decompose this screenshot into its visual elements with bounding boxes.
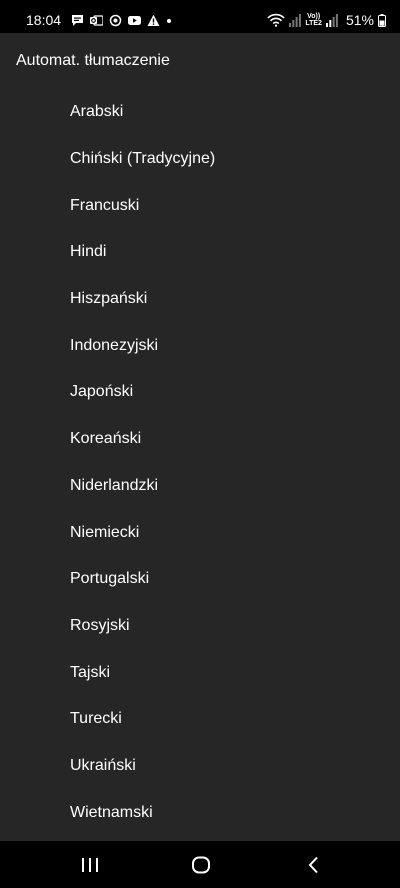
signal-icon bbox=[325, 14, 338, 27]
language-item-tajski[interactable]: Tajski bbox=[0, 649, 400, 696]
language-item-hiszpanski[interactable]: Hiszpański bbox=[0, 276, 400, 323]
sync-icon bbox=[109, 14, 122, 26]
language-item-arabski[interactable]: Arabski bbox=[0, 89, 400, 136]
translation-language-panel: Automat. tłumaczenie Arabski Chiński (Tr… bbox=[0, 33, 400, 841]
navigation-bar bbox=[0, 841, 400, 888]
language-item-hindi[interactable]: Hindi bbox=[0, 229, 400, 276]
language-item-niderlandzki[interactable]: Niderlandzki bbox=[0, 463, 400, 510]
network-type-label: Vo)) LTE2 bbox=[305, 13, 322, 27]
language-item-indonezyjski[interactable]: Indonezyjski bbox=[0, 322, 400, 369]
chat-icon bbox=[72, 14, 84, 26]
battery-icon bbox=[378, 13, 386, 27]
language-item-portugalski[interactable]: Portugalski bbox=[0, 556, 400, 603]
status-bar-right: Vo)) LTE2 51% bbox=[267, 12, 386, 28]
language-item-niemiecki[interactable]: Niemiecki bbox=[0, 509, 400, 556]
status-bar-left: 18:04 bbox=[26, 12, 172, 28]
signal-icon bbox=[289, 14, 302, 27]
home-icon[interactable] bbox=[189, 853, 213, 877]
status-time: 18:04 bbox=[26, 12, 62, 28]
battery-percent: 51% bbox=[345, 12, 374, 28]
language-item-turecki[interactable]: Turecki bbox=[0, 696, 400, 743]
language-item-wietnamski[interactable]: Wietnamski bbox=[0, 789, 400, 836]
language-item-francuski[interactable]: Francuski bbox=[0, 182, 400, 229]
language-item-ukrainski[interactable]: Ukraiński bbox=[0, 743, 400, 790]
language-item-chinski-tradycyjne[interactable]: Chiński (Tradycyjne) bbox=[0, 136, 400, 183]
wifi-icon bbox=[267, 13, 285, 27]
back-icon[interactable] bbox=[302, 853, 326, 877]
warning-icon bbox=[147, 14, 160, 26]
volte-label: Vo)) bbox=[307, 13, 321, 20]
language-list: Arabski Chiński (Tradycyjne) Francuski H… bbox=[0, 89, 400, 836]
language-item-rosyjski[interactable]: Rosyjski bbox=[0, 603, 400, 650]
outlook-icon bbox=[90, 14, 104, 26]
youtube-icon bbox=[128, 15, 142, 25]
panel-title: Automat. tłumaczenie bbox=[16, 52, 170, 69]
recent-apps-icon[interactable] bbox=[78, 853, 102, 877]
language-item-koreanski[interactable]: Koreański bbox=[0, 416, 400, 463]
language-item-japonski[interactable]: Japoński bbox=[0, 369, 400, 416]
lte-label: LTE2 bbox=[305, 20, 322, 27]
dot-icon bbox=[167, 18, 172, 23]
